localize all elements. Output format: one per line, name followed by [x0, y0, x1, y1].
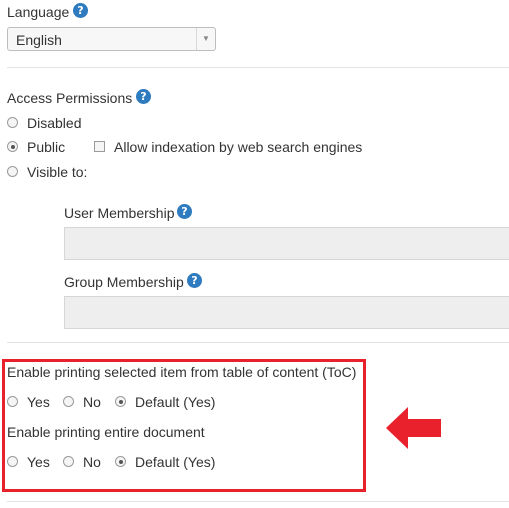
divider — [7, 501, 509, 502]
print-toc-no-radio[interactable] — [63, 396, 74, 407]
print-toc-label: Enable printing selected item from table… — [7, 364, 357, 380]
print-toc-yes-label: Yes — [27, 394, 50, 410]
language-select-value: English — [16, 32, 62, 48]
print-doc-yes-radio[interactable] — [7, 456, 18, 467]
divider — [7, 67, 509, 68]
print-document-label: Enable printing entire document — [7, 424, 205, 440]
radio-disabled-label: Disabled — [27, 115, 82, 131]
print-toc-yes-radio[interactable] — [7, 396, 18, 407]
radio-visible-to[interactable] — [7, 166, 18, 177]
language-select[interactable]: English ▼ — [7, 27, 216, 51]
access-help-icon[interactable]: ? — [136, 89, 151, 104]
print-doc-default-radio[interactable] — [115, 456, 126, 467]
group-membership-help-icon[interactable]: ? — [187, 273, 202, 288]
print-toc-default-label: Default (Yes) — [135, 394, 216, 410]
language-label: Language — [7, 4, 70, 20]
access-permissions-label: Access Permissions — [7, 90, 133, 106]
indexation-checkbox[interactable] — [94, 141, 105, 152]
arrow-left-icon — [386, 407, 441, 449]
radio-disabled[interactable] — [7, 117, 18, 128]
radio-public-label: Public — [27, 139, 66, 155]
user-membership-help-icon[interactable]: ? — [177, 204, 192, 219]
user-membership-label: User Membership — [64, 205, 175, 221]
print-doc-default-label: Default (Yes) — [135, 454, 216, 470]
print-toc-no-label: No — [83, 394, 101, 410]
chevron-down-icon: ▼ — [196, 28, 215, 50]
print-doc-no-radio[interactable] — [63, 456, 74, 467]
print-toc-default-radio[interactable] — [115, 396, 126, 407]
radio-public[interactable] — [7, 141, 18, 152]
indexation-label: Allow indexation by web search engines — [114, 139, 363, 155]
print-doc-no-label: No — [83, 454, 101, 470]
language-help-icon[interactable]: ? — [73, 3, 88, 18]
user-membership-field[interactable] — [64, 227, 509, 260]
divider — [7, 342, 509, 343]
group-membership-label: Group Membership — [64, 274, 184, 290]
radio-visible-to-label: Visible to: — [27, 164, 88, 180]
print-doc-yes-label: Yes — [27, 454, 50, 470]
group-membership-field[interactable] — [64, 296, 509, 329]
